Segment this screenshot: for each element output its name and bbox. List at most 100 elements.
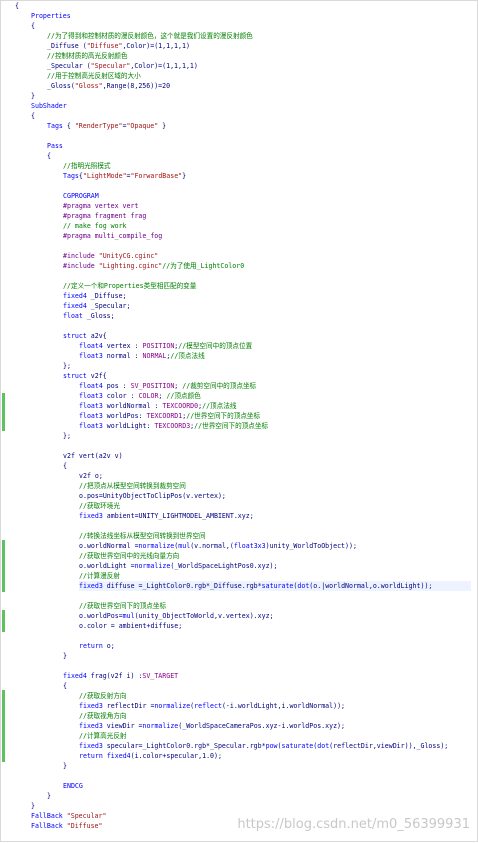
code-line[interactable]: { — [63, 681, 67, 691]
code-line[interactable]: #pragma vertex vert — [63, 201, 138, 211]
code-line[interactable]: { — [47, 151, 51, 161]
code-line[interactable]: { — [31, 111, 35, 121]
code-line[interactable]: FallBack "Diffuse" — [31, 821, 102, 831]
code-line[interactable]: } — [31, 801, 35, 811]
code-line[interactable]: struct a2v{ — [63, 331, 107, 341]
code-token: //为了使用_LightColor0 — [162, 262, 245, 270]
code-line[interactable]: // make fog work — [63, 221, 127, 231]
code-token: } — [158, 122, 167, 130]
code-token: { — [15, 2, 19, 10]
code-token: "Lighting.cginc" — [98, 262, 163, 270]
code-line[interactable]: fixed4 _Diffuse; — [63, 291, 127, 301]
code-line[interactable]: float3 color : COLOR; //顶点颜色 — [79, 391, 201, 401]
code-line[interactable]: //获取世界空间下的顶点坐标 — [79, 601, 166, 611]
code-token: reflectDir = — [102, 702, 155, 710]
code-line[interactable]: float3 normal : NORMAL;//顶点法线 — [79, 351, 205, 361]
code-line[interactable]: float4 pos : SV_POSITION; //裁剪空间中的顶点坐标 — [79, 381, 256, 391]
code-line[interactable]: } — [63, 651, 67, 661]
code-line[interactable]: #include "UnityCG.cginc" — [63, 251, 158, 261]
code-line[interactable]: struct v2f{ — [63, 371, 107, 381]
code-line[interactable]: float _Gloss; — [63, 311, 115, 321]
code-line[interactable]: fixed3 specular=_LightColor0.rgb*_Specul… — [79, 741, 448, 751]
code-line[interactable]: //定义一个和Properties类型相匹配的变量 — [63, 281, 196, 291]
code-token: POSITION — [142, 342, 175, 350]
code-line[interactable]: fixed4 _Specular; — [63, 301, 131, 311]
code-line[interactable]: v2f vert(a2v v) — [63, 451, 123, 461]
code-token: ,Color)=(1,1,1,1) — [122, 42, 190, 50]
code-line[interactable]: //计算高光反射 — [79, 731, 127, 741]
code-line[interactable]: //获取世界空间中的光线向量方向 — [79, 551, 179, 561]
code-line[interactable]: //把顶点从模型空间转换到裁剪空间 — [79, 481, 186, 491]
code-line[interactable]: float3 worldLight: TEXCOORD3;//世界空间下的顶点坐… — [79, 421, 268, 431]
code-line[interactable]: Tags { "RenderType"="Opaque" } — [47, 121, 166, 131]
code-line[interactable]: } — [63, 761, 67, 771]
code-line[interactable]: //为了得到和控制材质的漫反射颜色，这个就是我们设置的漫反射颜色 — [47, 31, 253, 41]
code-token: float3x3 — [233, 542, 266, 550]
code-line[interactable]: CGPROGRAM — [63, 191, 99, 201]
code-line[interactable]: fixed3 ambient=UNITY_LIGHTMODEL_AMBIENT.… — [79, 511, 254, 521]
code-line[interactable]: _Gloss("Gloss",Range(8,256))=20 — [47, 81, 170, 91]
code-line[interactable]: _Diffuse ("Diffuse",Color)=(1,1,1,1) — [47, 41, 190, 51]
code-token: #pragma vertex vert — [63, 202, 139, 210]
code-line[interactable]: #include "Lighting.cginc"//为了使用_LightCol… — [63, 261, 244, 271]
code-line[interactable]: o.worldLight =normalize(_WorldSpaceLight… — [79, 561, 278, 571]
code-line[interactable]: o.worldPos=mul(unity_ObjectToWorld,v.ver… — [79, 611, 274, 621]
code-token: { — [62, 122, 75, 130]
code-line[interactable]: Tags{"LightMode"="ForwardBase"} — [63, 171, 186, 181]
code-line[interactable]: }; — [63, 361, 71, 371]
code-line[interactable]: return fixed4(i.color+specular,1.0); — [79, 751, 222, 761]
code-token: }; — [63, 362, 71, 370]
code-line[interactable]: FallBack "Specular" — [31, 811, 106, 821]
code-line[interactable]: } — [47, 791, 51, 801]
code-line[interactable]: { — [63, 461, 67, 471]
code-line[interactable]: v2f o; — [79, 471, 103, 481]
code-line[interactable]: //控制材质的高光反射颜色 — [47, 51, 127, 61]
code-line[interactable]: //转换法线坐标从模型空间转换到世界空间 — [79, 531, 206, 541]
code-line[interactable]: #pragma fragment frag — [63, 211, 146, 221]
code-token: (unity_ObjectToWorld,v.vertex).xyz; — [134, 612, 274, 620]
code-line[interactable]: float3 worldNormal : TEXCOORD0;//顶点法线 — [79, 401, 236, 411]
code-line[interactable]: //用于控制高光反射区域的大小 — [47, 71, 141, 81]
code-line[interactable]: //计算漫反射 — [79, 571, 120, 581]
code-line[interactable]: //获取环境光 — [79, 501, 120, 511]
code-line[interactable]: //指明光照模式 — [63, 161, 111, 171]
code-token: normal : — [102, 352, 143, 360]
code-line[interactable]: fixed3 viewDir =normalize(_WorldSpaceCam… — [79, 721, 345, 731]
code-line[interactable]: fixed4 frag(v2f i) :SV_TARGET — [63, 671, 178, 681]
code-token: vertex : — [102, 342, 143, 350]
code-line[interactable]: SubShader — [31, 101, 67, 111]
code-token: (i.color+specular,1.0); — [130, 752, 222, 760]
code-token: TEXCOORD0 — [162, 402, 199, 410]
code-line[interactable]: Pass — [47, 141, 63, 151]
code-token: _Gloss; — [82, 312, 115, 320]
code-line[interactable]: fixed3 diffuse =_LightColor0.rgb*_Diffus… — [79, 581, 471, 591]
code-line[interactable]: fixed3 reflectDir =normalize(reflect(-i.… — [79, 701, 345, 711]
code-line[interactable]: //获取反射方向 — [79, 691, 127, 701]
code-line[interactable]: float3 worldPos: TEXCOORD1;//世界空间下的顶点坐标 — [79, 411, 260, 421]
code-line[interactable]: ENDCG — [63, 781, 83, 791]
code-token: float4 — [79, 382, 103, 390]
code-editor[interactable]: {Properties {//为了得到和控制材质的漫反射颜色，这个就是我们设置的漫… — [0, 0, 478, 842]
code-token: } — [47, 792, 51, 800]
code-line[interactable]: }; — [63, 431, 71, 441]
code-line[interactable]: o.pos=UnityObjectToClipPos(v.vertex); — [79, 491, 226, 501]
code-token: #pragma multi_compile_fog — [63, 232, 163, 240]
code-token: //计算漫反射 — [79, 572, 120, 580]
code-token: normalize — [138, 542, 175, 550]
code-line[interactable]: //获取视角方向 — [79, 711, 127, 721]
code-token: struct — [63, 372, 87, 380]
code-line[interactable]: _Specular ("Specular",Color)=(1,1,1,1) — [47, 61, 198, 71]
code-line[interactable]: #pragma multi_compile_fog — [63, 231, 162, 241]
code-token: saturate — [261, 582, 294, 590]
code-line[interactable]: return o; — [79, 641, 115, 651]
code-line[interactable]: float4 vertex : POSITION;//模型空间中的顶点位置 — [79, 341, 252, 351]
code-line[interactable]: { — [15, 1, 19, 11]
code-line[interactable]: o.color = ambient+diffuse; — [79, 621, 182, 631]
code-token: SV_TARGET — [142, 672, 179, 680]
code-line[interactable]: Properties — [31, 11, 71, 21]
code-token: //获取反射方向 — [79, 692, 127, 700]
code-token: reflect — [194, 702, 222, 710]
code-line[interactable]: { — [31, 21, 35, 31]
code-line[interactable]: } — [31, 91, 35, 101]
code-line[interactable]: o.worldNormal =normalize(mul(v.normal,(f… — [79, 541, 357, 551]
